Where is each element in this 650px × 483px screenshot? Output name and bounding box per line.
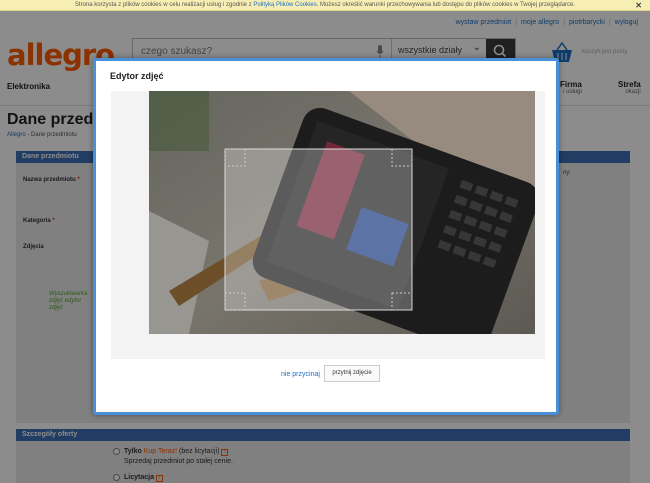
crop-area xyxy=(111,91,545,359)
crop-button[interactable]: przytnij zdjęcie xyxy=(324,365,380,382)
cookie-text: Strona korzysta z plików cookies w celu … xyxy=(74,2,252,8)
close-icon[interactable]: ✕ xyxy=(635,0,642,11)
photo-editor-modal: Edytor zdjęć nie przycinaj przytnij zdję… xyxy=(93,58,559,415)
photo-drawing xyxy=(149,91,535,334)
cookie-bar: Strona korzysta z plików cookies w celu … xyxy=(0,0,650,11)
cookie-text-after: . Możesz określić warunki przechowywania… xyxy=(316,2,576,8)
no-crop-link[interactable]: nie przycinaj xyxy=(281,371,320,378)
modal-title: Edytor zdjęć xyxy=(110,71,164,81)
cookie-policy-link[interactable]: Polityką Plików Cookies xyxy=(253,2,316,8)
photo-image[interactable] xyxy=(149,91,535,334)
